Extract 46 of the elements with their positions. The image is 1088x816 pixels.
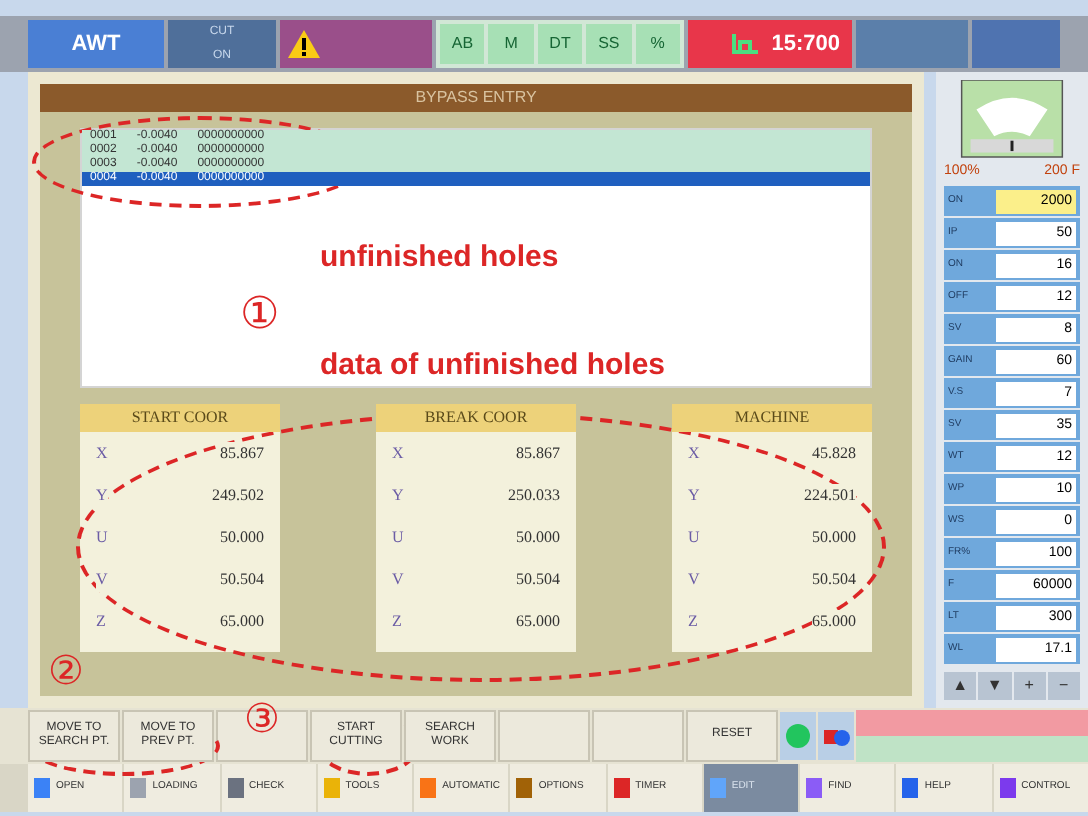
status-panel (972, 20, 1060, 68)
axis-label: Y (96, 483, 108, 507)
axis-label: V (96, 567, 108, 591)
nav-button[interactable]: + (1013, 672, 1046, 700)
annotation-number: ③ (244, 700, 280, 740)
card-title: BREAK COOR (376, 404, 576, 432)
axis-value: 85.867 (220, 441, 264, 465)
toggle-button[interactable]: AB (440, 24, 485, 64)
axis-value: 50.000 (812, 525, 856, 549)
annotation-text: unfinished holes (320, 238, 559, 278)
machine-icon (731, 30, 760, 58)
axis-label: V (688, 567, 700, 591)
axis-value: 224.501 (804, 483, 856, 507)
nav-button[interactable]: − (1047, 672, 1080, 700)
axis-value: 249.502 (212, 483, 264, 507)
counter-display: 15:700 (688, 20, 852, 68)
axis-value: 50.504 (516, 567, 560, 591)
axis-value: 50.000 (220, 525, 264, 549)
mode-indicator: AWT (28, 20, 164, 68)
toggle-button[interactable]: % (635, 24, 681, 64)
annotation-number: ② (48, 652, 84, 692)
axis-label: V (392, 567, 404, 591)
axis-value: 65.000 (812, 609, 856, 633)
axis-label: U (688, 525, 700, 549)
toggle-button[interactable]: M (488, 24, 534, 64)
card-title: START COOR (80, 404, 280, 432)
panel-title: BYPASS ENTRY (40, 84, 912, 112)
axis-value: 50.000 (516, 525, 560, 549)
annotation-text: data of unfinished holes (320, 346, 666, 386)
toggle-button[interactable]: SS (586, 24, 632, 64)
axis-value: 50.504 (812, 567, 856, 591)
annotation-number: ① (240, 286, 280, 342)
axis-value: 85.867 (516, 441, 560, 465)
axis-value: 65.000 (516, 609, 560, 633)
shapes-icon[interactable] (818, 712, 854, 760)
nav-button[interactable]: ▼ (978, 672, 1011, 700)
card-title: MACHINE (672, 404, 872, 432)
axis-label: U (392, 525, 404, 549)
axis-value: 65.000 (220, 609, 264, 633)
axis-value: 50.504 (220, 567, 264, 591)
axis-value: 45.828 (812, 441, 856, 465)
nav-button[interactable]: ▲ (944, 672, 977, 700)
toggle-button[interactable]: DT (537, 24, 583, 64)
status-panel (856, 20, 968, 68)
axis-value: 250.033 (508, 483, 560, 507)
axis-label: U (96, 525, 108, 549)
